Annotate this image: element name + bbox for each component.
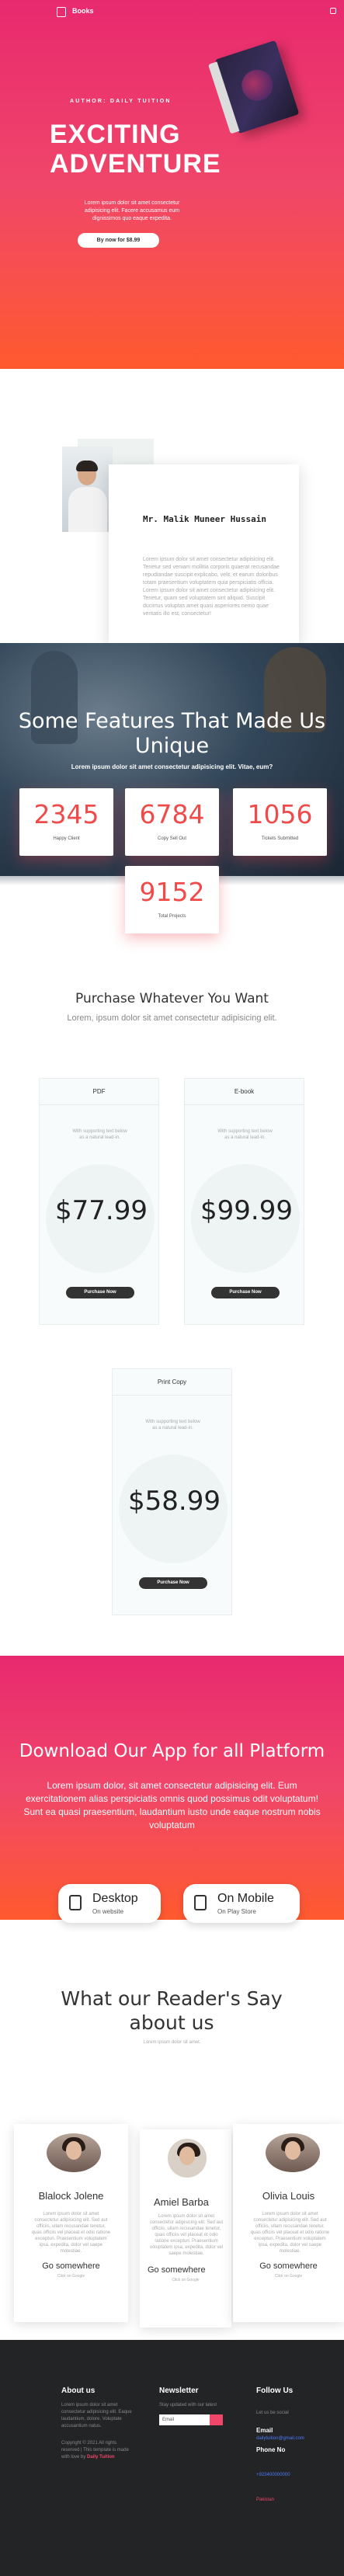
- review-caption: Click on Google: [57, 2274, 85, 2279]
- reviewer-name: Olivia Louis: [262, 2190, 315, 2202]
- counter-label: Happy Client: [53, 836, 80, 841]
- follow-text: Let us be social: [256, 2411, 289, 2415]
- counter-card: 2345 Happy Client: [19, 788, 113, 856]
- menu-icon[interactable]: [330, 8, 336, 14]
- readers-subtitle: Lorem ipsum dolor sit amet.: [143, 2040, 201, 2045]
- go-somewhere-link[interactable]: Go somewhere: [148, 2265, 231, 2275]
- counter-value: 6784: [139, 799, 205, 829]
- app-title: Download Our App for all Platform: [19, 1741, 325, 1761]
- mobile-download-button[interactable]: On Mobile On Play Store: [183, 1884, 300, 1923]
- review-text: Lorem ipsum dolor sit amet consectetur a…: [149, 2214, 224, 2256]
- email-label: Email: [256, 2427, 273, 2434]
- plan-description: With supporting text below as a natural …: [145, 1420, 200, 1431]
- footer: [0, 2340, 344, 2576]
- pricing-card-ebook: E-book With supporting text below as a n…: [184, 1078, 304, 1325]
- plan-description: With supporting text below as a natural …: [72, 1129, 127, 1140]
- counter-value: 9152: [139, 877, 205, 907]
- purchase-subtitle: Lorem, ipsum dolor sit amet consectetur …: [67, 1013, 277, 1023]
- desktop-download-button[interactable]: Desktop On website: [58, 1884, 161, 1923]
- pricing-card-pdf: PDF With supporting text below as a natu…: [39, 1078, 159, 1325]
- review-card: Olivia Louis Lorem ipsum dolor sit amet …: [233, 2124, 344, 2322]
- purchase-button[interactable]: Purchase Now: [66, 1287, 134, 1298]
- app-download-section: Download Our App for all Platform Lorem …: [0, 1656, 344, 1923]
- plan-price: $77.99: [55, 1195, 148, 1226]
- features-subtitle: Lorem ipsum dolor sit amet consectetur a…: [71, 763, 273, 770]
- hero-title: EXCITING ADVENTURE: [50, 120, 221, 179]
- readers-title: What our Reader's Say about us: [61, 1987, 283, 2034]
- counter-label: Copy Sell Out: [157, 836, 187, 841]
- counter-label: Total Projects: [158, 914, 186, 919]
- phone-link[interactable]: +923400000000: [256, 2472, 342, 2479]
- copyright-brand[interactable]: Daily Tuition: [87, 2455, 115, 2460]
- app-description: Lorem ipsum dolor, sit amet consectetur …: [23, 1780, 321, 1830]
- reviewer-avatar: [47, 2133, 101, 2172]
- counter-card: 1056 Tickets Submitted: [233, 788, 327, 856]
- nav-brand[interactable]: Books: [72, 7, 94, 15]
- avatar-face: [285, 2141, 301, 2160]
- book-icon[interactable]: [57, 7, 66, 17]
- newsletter-title: Newsletter: [159, 2387, 199, 2395]
- desktop-icon: [69, 1895, 82, 1910]
- book-cover-art: [238, 65, 277, 105]
- author-name: Mr. Malik Muneer Hussain: [143, 514, 266, 524]
- newsletter-submit-button[interactable]: [210, 2414, 223, 2425]
- review-caption: Click on Google: [274, 2274, 303, 2279]
- reviewer-name: Amiel Barba: [154, 2196, 209, 2208]
- reviewer-avatar: [168, 2139, 207, 2178]
- plan-name: Print Copy: [157, 1378, 187, 1385]
- reviewer-avatar: [266, 2133, 320, 2172]
- review-text: Lorem ipsum dolor sit amet consectetur a…: [250, 2212, 330, 2254]
- button-subtitle: On website: [92, 1908, 124, 1915]
- counter-label: Tickets Submitted: [261, 836, 299, 841]
- hero-description: Lorem ipsum dolor sit amet consectetur a…: [84, 200, 180, 221]
- author-card: Mr. Malik Muneer Hussain Lorem ipsum dol…: [109, 464, 299, 645]
- purchase-button[interactable]: Purchase Now: [139, 1577, 207, 1589]
- purchase-button[interactable]: Purchase Now: [211, 1287, 280, 1298]
- divider: [40, 1104, 158, 1105]
- mobile-icon: [194, 1895, 207, 1910]
- counter-card: 6784 Copy Sell Out: [125, 788, 219, 856]
- follow-title: Follow Us: [256, 2387, 294, 2395]
- avatar-face: [179, 2147, 195, 2165]
- newsletter-text: Stay updated with our latest: [159, 2403, 217, 2407]
- copyright-text: Copyright © 2021 All rights reserved | T…: [61, 2440, 135, 2461]
- plan-price: $58.99: [128, 1486, 221, 1517]
- divider: [113, 1395, 231, 1396]
- about-text: Lorem ipsum dolor sit amet consectetur a…: [61, 2403, 132, 2428]
- go-somewhere-link[interactable]: Go somewhere: [233, 2261, 344, 2271]
- about-title: About us: [61, 2387, 96, 2395]
- buy-now-button[interactable]: By now for $8.99: [78, 233, 159, 248]
- button-title: On Mobile: [217, 1892, 274, 1905]
- location-text: Pakistan: [256, 2498, 275, 2502]
- features-title: Some Features That Made Us Unique: [18, 709, 326, 758]
- reviewer-name: Blalock Jolene: [38, 2190, 104, 2202]
- button-title: Desktop: [92, 1892, 138, 1905]
- plan-price: $99.99: [200, 1195, 293, 1226]
- avatar-face: [66, 2141, 82, 2160]
- email-link[interactable]: dailytuition@gmail.com: [256, 2435, 342, 2442]
- review-caption: Click on Google: [172, 2278, 200, 2282]
- pricing-card-print: Print Copy With supporting text below as…: [112, 1368, 232, 1615]
- divider: [185, 1104, 304, 1105]
- hero-section: Books AUTHOR: DAILY TUITION EXCITING ADV…: [0, 0, 344, 369]
- review-card: Amiel Barba Lorem ipsum dolor sit amet c…: [140, 2129, 231, 2327]
- review-card: Blalock Jolene Lorem ipsum dolor sit ame…: [14, 2124, 128, 2322]
- hero-author-line: AUTHOR: DAILY TUITION: [70, 99, 172, 104]
- counter-value: 2345: [33, 799, 99, 829]
- plan-description: With supporting text below as a natural …: [217, 1129, 273, 1140]
- author-hair: [76, 461, 98, 471]
- plan-name: PDF: [92, 1088, 106, 1095]
- review-text: Lorem ipsum dolor sit amet consectetur a…: [31, 2212, 111, 2254]
- author-bio: Lorem ipsum dolor sit amet consectetur a…: [143, 557, 280, 617]
- author-torso: [68, 487, 107, 532]
- counter-card: 9152 Total Projects: [125, 866, 219, 933]
- go-somewhere-link[interactable]: Go somewhere: [14, 2261, 128, 2271]
- newsletter-email-input[interactable]: Email: [159, 2414, 210, 2425]
- plan-name: E-book: [234, 1088, 255, 1095]
- phone-label: Phone No: [256, 2446, 286, 2453]
- author-photo: [62, 447, 113, 532]
- counter-value: 1056: [247, 799, 313, 829]
- purchase-title: Purchase Whatever You Want: [75, 991, 269, 1006]
- button-subtitle: On Play Store: [217, 1908, 256, 1915]
